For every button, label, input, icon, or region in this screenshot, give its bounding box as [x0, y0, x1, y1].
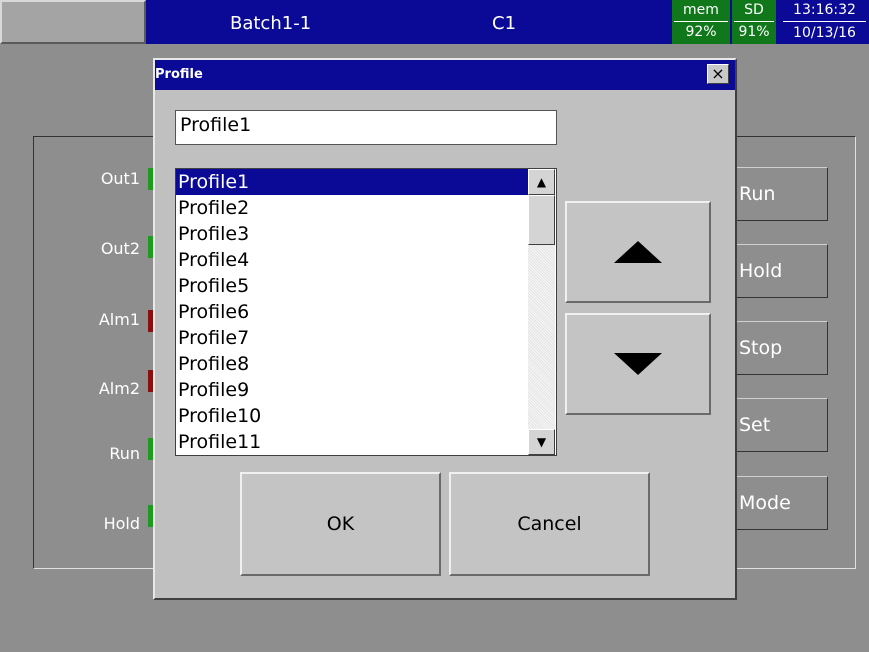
divider: [734, 21, 774, 22]
scroll-down-button[interactable]: ▼: [528, 429, 555, 455]
divider: [783, 21, 866, 22]
mem-value: 92%: [685, 24, 717, 40]
profile-dialog: Profile × Profile1 Profile1 Profile2 Profi…: [153, 58, 737, 600]
triangle-down-icon: [614, 353, 662, 375]
list-item[interactable]: Profile4: [176, 247, 528, 273]
list-item[interactable]: Profile1: [176, 169, 528, 195]
indicator-label: Hold: [103, 514, 140, 533]
dialog-title: Profile: [155, 67, 203, 82]
top-status-bar: Batch1-1 C1 mem 92% SD 91% 13:16:32 10/1…: [0, 0, 869, 44]
divider: [674, 21, 728, 22]
scroll-thumb[interactable]: [528, 195, 555, 245]
time: 13:16:32: [793, 2, 856, 18]
list-item[interactable]: Profile11: [176, 429, 528, 455]
list-item[interactable]: Profile7: [176, 325, 528, 351]
indicator-label: Out1: [100, 169, 140, 188]
clock: 13:16:32 10/13/16: [780, 0, 869, 44]
indicator-label: Out2: [100, 239, 140, 258]
list-item[interactable]: Profile5: [176, 273, 528, 299]
sd-status: SD 91%: [732, 0, 776, 44]
mem-label: mem: [683, 2, 719, 18]
list-item[interactable]: Profile10: [176, 403, 528, 429]
sd-label: SD: [744, 2, 764, 18]
list-item[interactable]: Profile8: [176, 351, 528, 377]
move-down-button[interactable]: [565, 313, 711, 415]
indicator-label: Alm1: [98, 310, 140, 329]
triangle-up-icon: [614, 241, 662, 263]
list-item[interactable]: Profile2: [176, 195, 528, 221]
channel-label: C1: [492, 13, 517, 34]
close-icon: ×: [711, 64, 725, 83]
close-button[interactable]: ×: [707, 64, 729, 84]
dialog-title-bar: Profile ×: [155, 60, 735, 90]
indicator-label: Alm2: [98, 379, 140, 398]
cancel-button[interactable]: Cancel: [449, 472, 650, 576]
scroll-up-button[interactable]: ▲: [528, 169, 555, 195]
ok-button[interactable]: OK: [240, 472, 441, 576]
indicator-label: Run: [109, 444, 140, 463]
profile-name-field[interactable]: Profile1: [175, 110, 557, 145]
sd-value: 91%: [738, 24, 770, 40]
memory-status: mem 92%: [672, 0, 730, 44]
menu-button[interactable]: [0, 0, 146, 44]
list-item[interactable]: Profile9: [176, 377, 528, 403]
list-item[interactable]: Profile3: [176, 221, 528, 247]
scrollbar[interactable]: ▲ ▼: [528, 169, 555, 455]
list-item[interactable]: Profile6: [176, 299, 528, 325]
move-up-button[interactable]: [565, 201, 711, 303]
profile-listbox[interactable]: Profile1 Profile2 Profile3 Profile4 Profile5…: [175, 168, 557, 456]
date: 10/13/16: [793, 25, 856, 41]
batch-title: Batch1-1: [230, 13, 312, 34]
